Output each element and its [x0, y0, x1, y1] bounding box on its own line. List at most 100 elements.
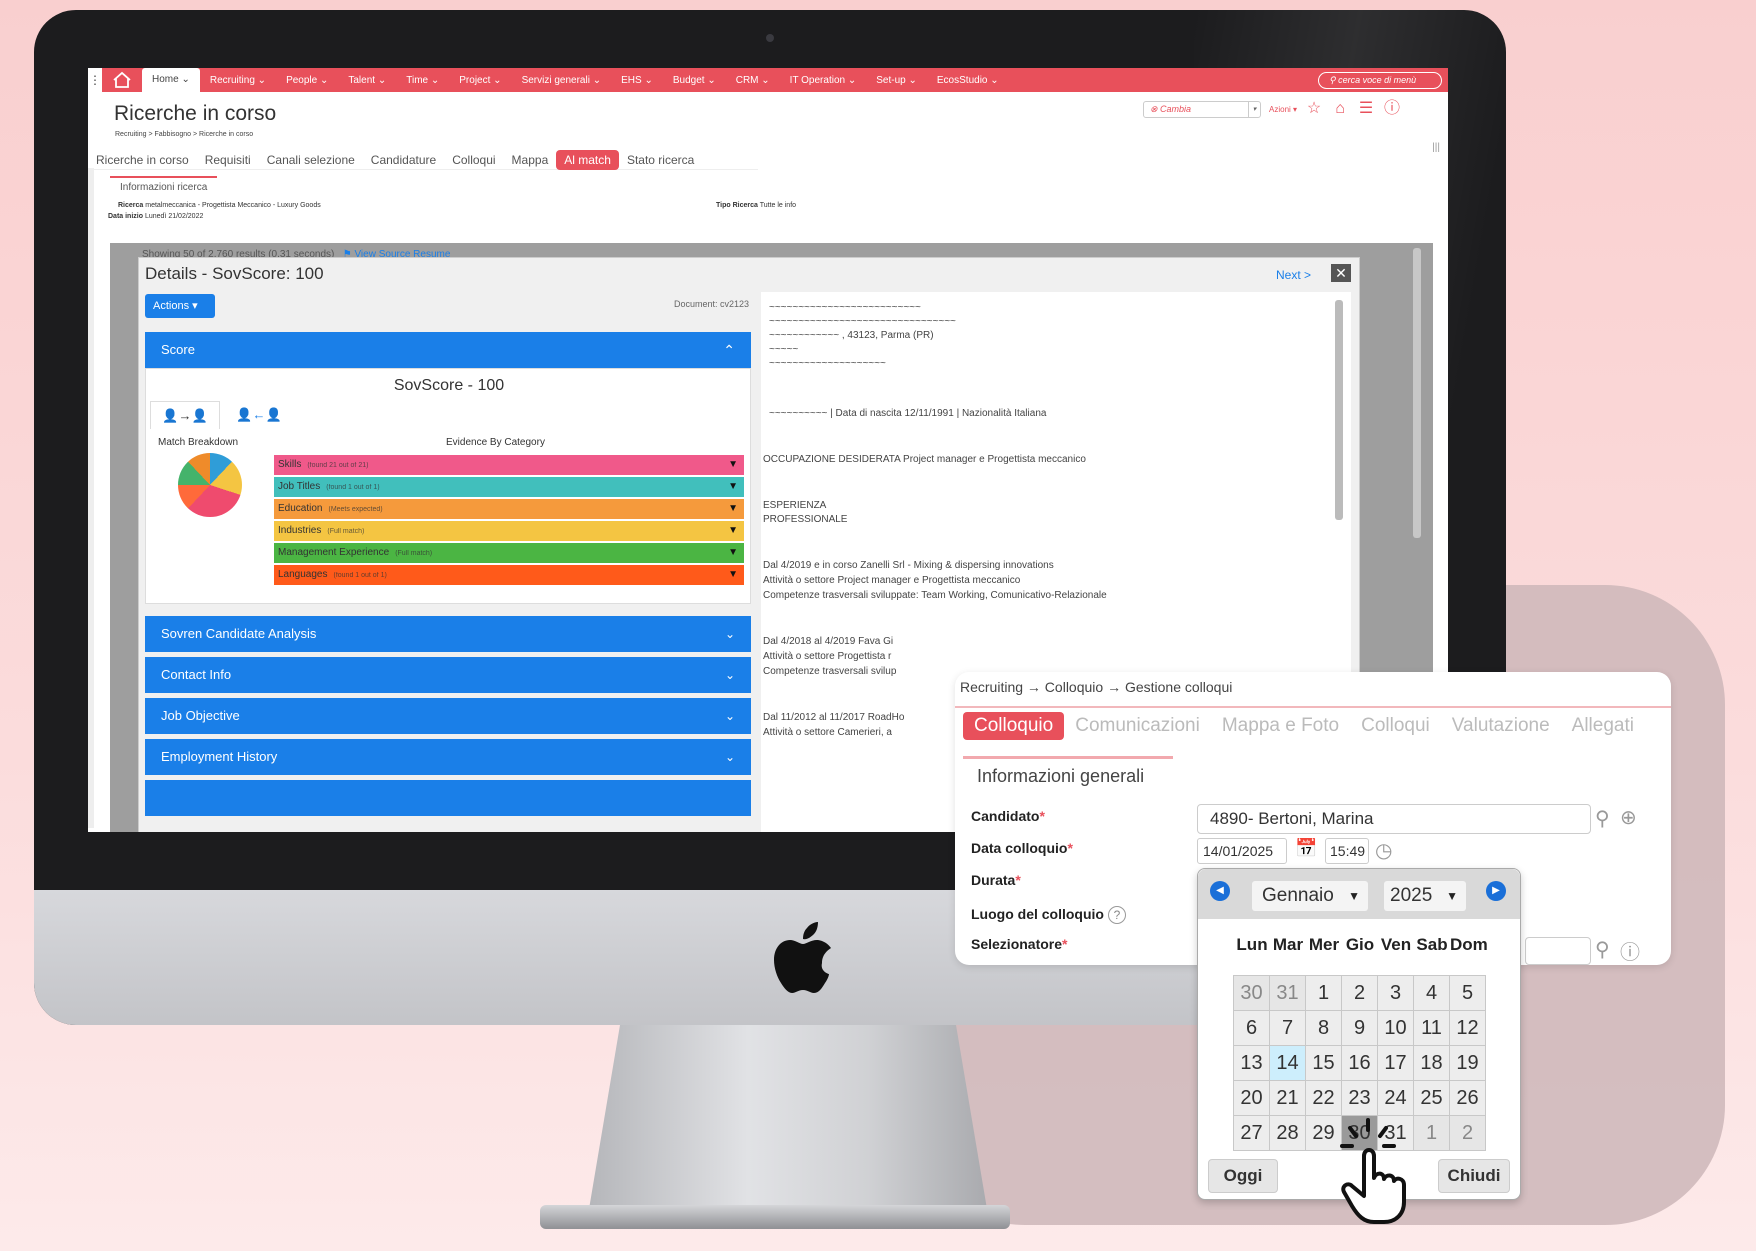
tab-canali-selezione[interactable]: Canali selezione — [259, 153, 363, 167]
calendar-day[interactable]: 6 — [1233, 1010, 1270, 1046]
help-icon[interactable]: ⓘ — [1383, 100, 1401, 118]
star-icon[interactable]: ☆ — [1305, 100, 1323, 118]
calendar-day[interactable]: 15 — [1305, 1045, 1342, 1081]
tab-comunicazioni[interactable]: Comunicazioni — [1064, 712, 1211, 740]
info-icon[interactable]: ⓘ — [1620, 936, 1640, 965]
tab-al-match[interactable]: Al match — [556, 149, 619, 170]
category-bar-job-titles[interactable]: Job Titles (found 1 out of 1) ▼ — [274, 477, 744, 497]
calendar-day[interactable]: 28 — [1269, 1115, 1306, 1151]
tab-requisiti[interactable]: Requisiti — [197, 153, 259, 167]
year-select[interactable]: 2025 ▼ — [1384, 881, 1466, 911]
calendar-day[interactable]: 5 — [1449, 975, 1486, 1011]
nav-people[interactable]: People ⌄ — [276, 75, 338, 86]
tab-stato-ricerca[interactable]: Stato ricerca — [619, 153, 702, 167]
category-bar-industries[interactable]: Industries (Full match) ▼ — [274, 521, 744, 541]
calendar-day[interactable]: 1 — [1413, 1115, 1450, 1151]
menu-dots-icon[interactable]: ⋮ — [88, 68, 102, 92]
calendar-day[interactable]: 24 — [1377, 1080, 1414, 1116]
tab-allegati[interactable]: Allegati — [1561, 712, 1645, 740]
calendar-day[interactable]: 27 — [1233, 1115, 1270, 1151]
nav-home[interactable]: Home ⌄ — [142, 68, 200, 92]
tab-ricerche-in-corso[interactable]: Ricerche in corso — [88, 153, 197, 167]
category-bar-education[interactable]: Education (Meets expected) ▼ — [274, 499, 744, 519]
close-icon[interactable]: ✕ — [1331, 264, 1351, 282]
calendar-day[interactable]: 25 — [1413, 1080, 1450, 1116]
list-icon[interactable]: ☰ — [1357, 100, 1375, 118]
candidate-to-job-tab[interactable]: 👤←👤 — [224, 401, 294, 429]
home-icon[interactable] — [102, 68, 142, 92]
home-outline-icon[interactable]: ⌂ — [1331, 100, 1349, 118]
category-bar-skills[interactable]: Skills (found 21 out of 21) ▼ — [274, 455, 744, 475]
sovren-analysis-accordion[interactable]: Sovren Candidate Analysis ⌄ — [145, 616, 751, 652]
category-bar-languages[interactable]: Languages (found 1 out of 1) ▼ — [274, 565, 744, 585]
calendar-day[interactable]: 21 — [1269, 1080, 1306, 1116]
chiudi-button[interactable]: Chiudi — [1438, 1159, 1510, 1193]
clock-icon[interactable]: ◷ — [1375, 838, 1392, 863]
calendar-day[interactable]: 7 — [1269, 1010, 1306, 1046]
category-bar-management-experience[interactable]: Management Experience (Full match) ▼ — [274, 543, 744, 563]
calendar-day[interactable]: 16 — [1341, 1045, 1378, 1081]
calendar-day[interactable]: 1 — [1305, 975, 1342, 1011]
tab-colloqui[interactable]: Colloqui — [444, 153, 503, 167]
calendar-day[interactable]: 8 — [1305, 1010, 1342, 1046]
calendar-day[interactable]: 19 — [1449, 1045, 1486, 1081]
nav-it-operation[interactable]: IT Operation ⌄ — [780, 75, 867, 86]
nav-servizi-generali[interactable]: Servizi generali ⌄ — [512, 75, 612, 86]
calendar-day[interactable]: 26 — [1449, 1080, 1486, 1116]
info-ricerca-tab[interactable]: Informazioni ricerca — [110, 176, 218, 197]
job-to-candidate-tab[interactable]: 👤→👤 — [150, 401, 220, 429]
calendar-day[interactable]: 2 — [1449, 1115, 1486, 1151]
column-toggle-icon[interactable]: ||| — [1432, 142, 1440, 153]
nav-project[interactable]: Project ⌄ — [449, 75, 511, 86]
next-month-icon[interactable]: ▶ — [1486, 881, 1506, 901]
resume-scrollbar[interactable] — [1335, 300, 1343, 520]
calendar-day[interactable]: 13 — [1233, 1045, 1270, 1081]
tab-colloqui-list[interactable]: Colloqui — [1350, 712, 1441, 740]
score-accordion-header[interactable]: Score ⌃ — [145, 332, 751, 368]
tab-mappa[interactable]: Mappa — [504, 153, 557, 167]
nav-budget[interactable]: Budget ⌄ — [663, 75, 726, 86]
tab-colloquio[interactable]: Colloquio — [963, 712, 1065, 740]
calendar-day[interactable]: 14 — [1269, 1045, 1306, 1081]
oggi-button[interactable]: Oggi — [1208, 1159, 1278, 1193]
calendar-icon[interactable]: 📅 — [1295, 838, 1317, 859]
nav-recruiting[interactable]: Recruiting ⌄ — [200, 75, 276, 86]
calendar-day[interactable]: 18 — [1413, 1045, 1450, 1081]
selezionatore-input[interactable] — [1525, 937, 1591, 965]
calendar-day[interactable]: 23 — [1341, 1080, 1378, 1116]
outer-scrollbar[interactable] — [1413, 248, 1421, 538]
calendar-day[interactable]: 3 — [1377, 975, 1414, 1011]
month-select[interactable]: Gennaio ▼ — [1252, 881, 1368, 911]
next-accordion[interactable] — [145, 780, 751, 816]
cambia-select[interactable]: ⊗ Cambia ▾ — [1143, 100, 1261, 118]
add-circle-icon[interactable]: ⊕ — [1620, 805, 1637, 830]
calendar-day[interactable]: 2 — [1341, 975, 1378, 1011]
calendar-day[interactable]: 30 — [1233, 975, 1270, 1011]
calendar-day[interactable]: 4 — [1413, 975, 1450, 1011]
tab-mappa-e-foto[interactable]: Mappa e Foto — [1211, 712, 1350, 740]
nav-time[interactable]: Time ⌄ — [396, 75, 449, 86]
candidato-input[interactable]: 4890- Bertoni, Marina — [1197, 804, 1591, 834]
calendar-day[interactable]: 31 — [1269, 975, 1306, 1011]
prev-month-icon[interactable]: ◀ — [1210, 881, 1230, 901]
calendar-day[interactable]: 10 — [1377, 1010, 1414, 1046]
search-icon[interactable]: ⚲ — [1595, 806, 1610, 831]
nav-set-up[interactable]: Set-up ⌄ — [866, 75, 927, 86]
employment-history-accordion[interactable]: Employment History ⌄ — [145, 739, 751, 775]
tab-candidature[interactable]: Candidature — [363, 153, 444, 167]
calendar-day[interactable]: 9 — [1341, 1010, 1378, 1046]
menu-search-input[interactable]: ⚲ cerca voce di menù — [1318, 72, 1442, 89]
next-link[interactable]: Next > — [1276, 268, 1311, 282]
nav-ecosstudio[interactable]: EcosStudio ⌄ — [927, 75, 1009, 86]
calendar-day[interactable]: 20 — [1233, 1080, 1270, 1116]
nav-talent[interactable]: Talent ⌄ — [338, 75, 396, 86]
contact-info-accordion[interactable]: Contact Info ⌄ — [145, 657, 751, 693]
calendar-day[interactable]: 17 — [1377, 1045, 1414, 1081]
help-icon[interactable]: ? — [1107, 906, 1126, 924]
nav-crm[interactable]: CRM ⌄ — [726, 75, 780, 86]
job-objective-accordion[interactable]: Job Objective ⌄ — [145, 698, 751, 734]
actions-button[interactable]: Actions ▾ — [145, 294, 215, 318]
search-icon[interactable]: ⚲ — [1595, 937, 1610, 962]
calendar-day[interactable]: 12 — [1449, 1010, 1486, 1046]
tab-valutazione[interactable]: Valutazione — [1441, 712, 1561, 740]
